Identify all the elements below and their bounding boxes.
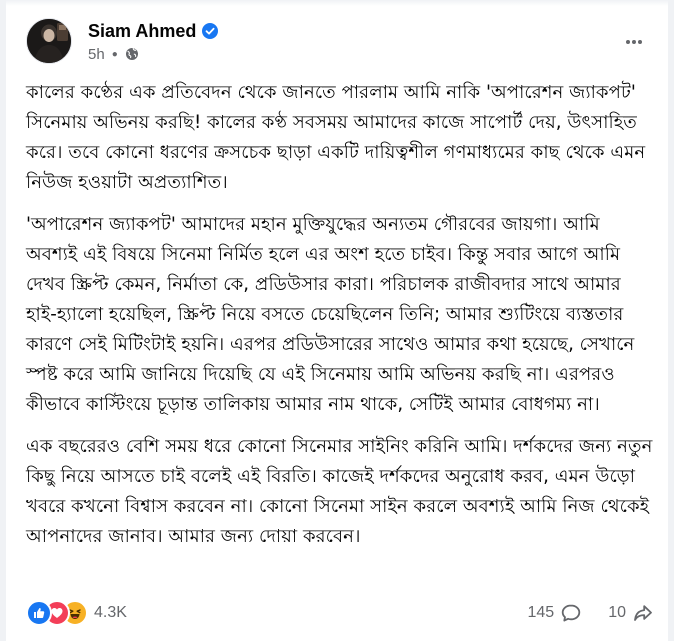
verified-badge-icon <box>202 23 219 39</box>
avatar[interactable] <box>26 18 72 64</box>
author-name[interactable]: Siam Ahmed <box>88 21 196 42</box>
post-time[interactable]: 5h <box>88 46 105 63</box>
reaction-icons[interactable] <box>26 600 88 626</box>
post-card: Siam Ahmed 5h ● কালের কণ্ঠের এক প্রতিবেদ… <box>0 0 674 641</box>
post-header: Siam Ahmed 5h ● <box>26 18 654 66</box>
globe-icon[interactable] <box>125 47 139 61</box>
share-count[interactable]: 10 <box>608 604 626 622</box>
comment-icon[interactable] <box>560 602 582 624</box>
avatar-image <box>27 19 71 63</box>
author-row: Siam Ahmed <box>88 20 219 42</box>
share-icon[interactable] <box>632 602 654 624</box>
top-divider <box>0 0 674 6</box>
post-paragraph-1: কালের কণ্ঠের এক প্রতিবেদন থেকে জানতে পার… <box>26 82 646 193</box>
post-footer: 4.3K 145 10 <box>26 597 654 629</box>
engagement-counts: 145 10 <box>528 602 655 624</box>
more-options-icon[interactable] <box>622 30 646 54</box>
comment-count[interactable]: 145 <box>528 604 555 622</box>
reaction-count[interactable]: 4.3K <box>94 604 127 622</box>
post-paragraph-2: 'অপারেশন জ্যাকপট' আমাদের মহান মুক্তিযুদ্… <box>26 214 635 415</box>
post-paragraph-3: এক বছরেরও বেশি সময় ধরে কোনো সিনেমার সাই… <box>26 436 653 547</box>
post-meta: 5h ● <box>88 45 139 63</box>
meta-separator: ● <box>111 48 118 60</box>
right-edge <box>668 0 674 641</box>
like-icon <box>26 600 52 626</box>
post-body: কালের কণ্ঠের এক প্রতিবেদন থেকে জানতে পার… <box>26 78 656 564</box>
left-edge <box>0 0 6 641</box>
